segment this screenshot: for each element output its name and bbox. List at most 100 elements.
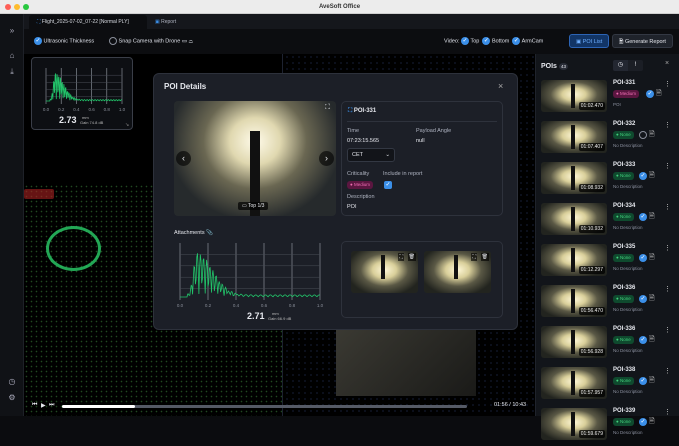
minimize-window-button[interactable] xyxy=(14,4,20,10)
delete-icon[interactable]: 🗑 xyxy=(480,253,489,261)
more-options-icon[interactable]: ⋮ xyxy=(664,121,671,129)
document-icon[interactable]: 🗎 xyxy=(649,335,655,346)
criticality-badge[interactable]: ● None xyxy=(613,377,634,385)
more-options-icon[interactable]: ⋮ xyxy=(664,285,671,293)
checkbox-checked[interactable]: ✓ xyxy=(34,37,42,45)
poi-list-item[interactable]: 01:12.297 POI-335 ● None ✓ 🗎 No Descript… xyxy=(541,242,677,282)
more-options-icon[interactable]: ⋮ xyxy=(664,367,671,375)
more-options-icon[interactable]: ⋮ xyxy=(664,244,671,252)
next-image-button[interactable]: › xyxy=(319,151,334,166)
include-checkbox[interactable] xyxy=(639,131,647,139)
poi-description: No Description xyxy=(613,266,643,271)
include-checkbox[interactable]: ✓ xyxy=(639,213,647,221)
poi-list-item[interactable]: 01:08.932 POI-333 ● None ✓ 🗎 No Descript… xyxy=(541,160,677,200)
poi-description: No Description xyxy=(613,184,643,189)
sort-by-time-button[interactable]: ◷ xyxy=(613,60,628,71)
include-checkbox[interactable]: ✓ xyxy=(639,336,647,344)
document-icon[interactable]: 🗎 xyxy=(649,212,655,223)
timezone-select[interactable]: CET ⌄ xyxy=(347,148,395,162)
criticality-badge[interactable]: ● None xyxy=(613,418,634,426)
poi-list-item[interactable]: 01:56.470 POI-336 ● None ✓ 🗎 No Descript… xyxy=(541,283,677,323)
poi-time: 01:07.407 xyxy=(578,143,605,151)
attachment-thumbnail[interactable]: ⛶ 🗑 xyxy=(351,251,418,293)
include-in-report-checkbox[interactable]: ✓ xyxy=(384,181,392,189)
criticality-badge[interactable]: ● None xyxy=(613,336,634,344)
x-tick-label: 1.0 xyxy=(119,107,126,112)
previous-image-button[interactable]: ‹ xyxy=(176,151,191,166)
document-icon[interactable]: 🗎 xyxy=(649,417,655,428)
more-options-icon[interactable]: ⋮ xyxy=(664,408,671,416)
delete-icon[interactable]: 🗑 xyxy=(407,253,416,261)
video-armcam-checkbox[interactable]: ✓ xyxy=(512,37,521,45)
document-icon[interactable]: 🗎 xyxy=(649,294,655,305)
poi-list-item[interactable]: 01:02.470 POI-331 ● Medium ✓ 🗎 POI ⋮ xyxy=(541,78,677,118)
attachment-thumbnail[interactable]: ⛶ 🗑 xyxy=(424,251,491,293)
poi-list-item[interactable]: 01:57.957 POI-338 ● None ✓ 🗎 No Descript… xyxy=(541,365,677,405)
criticality-badge[interactable]: ● Medium xyxy=(347,181,373,189)
ultrasonic-toggle[interactable]: ✓ Ultrasonic Thickness xyxy=(34,37,94,45)
poi-id: POI-331 xyxy=(353,108,377,114)
snap-camera-toggle[interactable]: Snap Camera with Drone ▭ ⌓ xyxy=(109,37,193,45)
criticality-badge[interactable]: ● None xyxy=(613,172,634,180)
expand-sidebar-icon[interactable]: » xyxy=(6,25,18,37)
x-tick-label: 0.4 xyxy=(233,303,240,308)
tab-report[interactable]: ▣ Report xyxy=(147,15,184,29)
more-options-icon[interactable]: ⋮ xyxy=(664,326,671,334)
document-icon[interactable]: 🗎 xyxy=(649,253,655,264)
attachments-label: Attachments xyxy=(174,230,205,236)
tab-flight[interactable]: ⛶ Flight_2025-07-02_07-22 [Normal PLY] xyxy=(29,15,147,29)
x-tick-label: 0.0 xyxy=(177,303,184,308)
include-checkbox[interactable]: ✓ xyxy=(639,418,647,426)
include-checkbox[interactable]: ✓ xyxy=(639,295,647,303)
criticality-badge[interactable]: ● None xyxy=(613,213,634,221)
camera-indicator: ▭ Top 1/3 xyxy=(238,202,269,210)
document-icon[interactable]: 🗎 xyxy=(649,376,655,387)
document-icon[interactable]: 🗎 xyxy=(649,130,655,141)
include-checkbox[interactable]: ✓ xyxy=(639,254,647,262)
history-icon[interactable]: ◷ xyxy=(6,376,18,388)
generate-report-button[interactable]: 🗎 Generate Report xyxy=(612,34,673,48)
criticality-badge[interactable]: ● None xyxy=(613,254,634,262)
skip-forward-button[interactable]: ⏭ xyxy=(49,402,54,409)
video-top-checkbox[interactable]: ✓ xyxy=(461,37,470,45)
poi-description: No Description xyxy=(613,430,643,435)
fullscreen-icon[interactable]: ⛶ xyxy=(398,253,404,261)
fullscreen-icon[interactable]: ⛶ xyxy=(325,104,330,112)
close-window-button[interactable] xyxy=(5,4,11,10)
poi-list-item[interactable]: 01:10.932 POI-334 ● None ✓ 🗎 No Descript… xyxy=(541,201,677,241)
criticality-badge[interactable]: ● Medium xyxy=(613,90,639,98)
maximize-window-button[interactable] xyxy=(23,4,29,10)
video-bottom-checkbox[interactable]: ✓ xyxy=(482,37,491,45)
more-options-icon[interactable]: ⋮ xyxy=(664,162,671,170)
poi-count-badge: 43 xyxy=(559,63,569,70)
criticality-badge[interactable]: ● None xyxy=(613,295,634,303)
download-icon[interactable]: ⤓ xyxy=(6,66,18,78)
poi-list-button[interactable]: ▣ POI List xyxy=(569,34,610,48)
fullscreen-icon[interactable]: ⛶ xyxy=(471,253,477,261)
home-icon[interactable]: ⌂ xyxy=(6,50,18,62)
paperclip-icon[interactable]: 📎 xyxy=(206,230,213,236)
checkbox-unchecked[interactable] xyxy=(109,37,117,45)
skip-back-button[interactable]: ⏮ xyxy=(32,402,37,409)
more-options-icon[interactable]: ⋮ xyxy=(664,80,671,88)
poi-list-item[interactable]: 01:59.679 POI-339 ● None ✓ 🗎 No Descript… xyxy=(541,406,677,446)
more-options-icon[interactable]: ⋮ xyxy=(664,203,671,211)
criticality-badge[interactable]: ● None xyxy=(613,131,634,139)
include-checkbox[interactable]: ✓ xyxy=(646,90,654,98)
close-panel-icon[interactable]: × xyxy=(665,60,669,67)
include-checkbox[interactable]: ✓ xyxy=(639,172,647,180)
tab-label: Report xyxy=(161,19,177,25)
poi-name: POI-336 xyxy=(613,326,636,332)
poi-list-item[interactable]: 01:56.928 POI-336 ● None ✓ 🗎 No Descript… xyxy=(541,324,677,364)
close-icon[interactable]: × xyxy=(498,81,503,91)
gear-icon[interactable]: ⚙ xyxy=(6,392,18,404)
playback-slider[interactable] xyxy=(62,405,467,408)
document-icon[interactable]: 🗎 xyxy=(649,171,655,182)
poi-list-item[interactable]: 01:07.407 POI-332 ● None 🗎 No Descriptio… xyxy=(541,119,677,159)
resize-icon[interactable]: ↘ xyxy=(125,122,129,128)
mini-thickness-chart[interactable]: 0.0 0.2 0.4 0.6 0.8 1.0 2.73 mm Gain 74.8 dB … xyxy=(31,57,133,130)
document-icon[interactable]: 🗎 xyxy=(656,89,662,100)
sort-by-criticality-button[interactable]: ! xyxy=(628,60,643,71)
include-checkbox[interactable]: ✓ xyxy=(639,377,647,385)
play-button[interactable]: ▶ xyxy=(41,402,46,409)
